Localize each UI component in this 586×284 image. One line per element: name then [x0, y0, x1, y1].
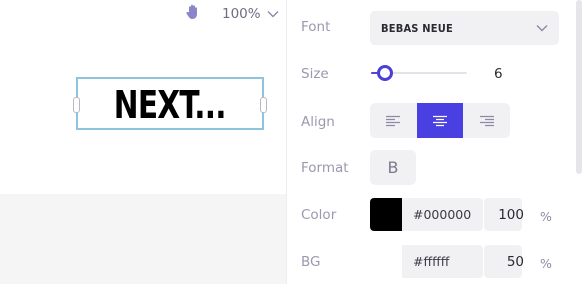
bg-color-opacity-input[interactable]: 50 — [484, 245, 524, 278]
panel-divider — [286, 0, 287, 284]
align-button-group — [370, 103, 510, 138]
chevron-down-icon — [267, 11, 279, 18]
align-right-button[interactable] — [463, 103, 510, 138]
text-element-content[interactable]: NEXT... — [114, 86, 227, 124]
text-color-opacity-unit: % — [540, 209, 552, 224]
size-value: 6 — [494, 66, 503, 82]
font-select-value: BEBAS NEUE — [381, 21, 453, 35]
bg-color-picker: #ffffff — [370, 245, 483, 278]
font-select[interactable]: BEBAS NEUE — [370, 11, 559, 45]
resize-handle-left[interactable] — [73, 97, 80, 113]
align-center-button[interactable] — [416, 103, 464, 138]
panel-scrollbar[interactable] — [576, 0, 582, 174]
canvas-background — [0, 194, 286, 284]
bg-color-hex-input[interactable]: #ffffff — [402, 245, 483, 278]
align-label: Align — [301, 114, 335, 130]
align-left-icon — [386, 115, 401, 126]
bg-color-opacity-value: 50 — [506, 253, 524, 270]
size-label: Size — [301, 66, 329, 82]
bg-label: BG — [301, 254, 321, 270]
resize-handle-right[interactable] — [260, 97, 267, 113]
hand-icon[interactable] — [184, 3, 202, 21]
size-slider[interactable] — [371, 65, 467, 81]
align-right-icon — [479, 115, 494, 126]
zoom-level: 100% — [222, 6, 261, 22]
text-color-hex-input[interactable]: #000000 — [402, 198, 483, 231]
bold-button[interactable]: B — [370, 150, 416, 185]
bg-color-swatch[interactable] — [370, 245, 402, 278]
text-color-picker: #000000 — [370, 198, 483, 231]
align-left-button[interactable] — [370, 103, 417, 138]
font-label: Font — [301, 19, 331, 35]
slider-thumb[interactable] — [377, 65, 394, 81]
bg-color-opacity-unit: % — [540, 256, 552, 271]
zoom-dropdown[interactable]: 100% — [222, 6, 279, 22]
canvas-area[interactable]: 100% NEXT... — [0, 0, 286, 284]
selected-text-element[interactable]: NEXT... — [73, 77, 267, 130]
text-color-opacity-input[interactable]: 100 — [484, 198, 524, 231]
color-label: Color — [301, 207, 337, 223]
chevron-down-icon — [536, 25, 548, 32]
text-color-opacity-value: 100 — [498, 206, 524, 223]
format-label: Format — [301, 160, 349, 176]
align-center-icon — [432, 115, 447, 126]
text-color-swatch[interactable] — [370, 198, 402, 231]
